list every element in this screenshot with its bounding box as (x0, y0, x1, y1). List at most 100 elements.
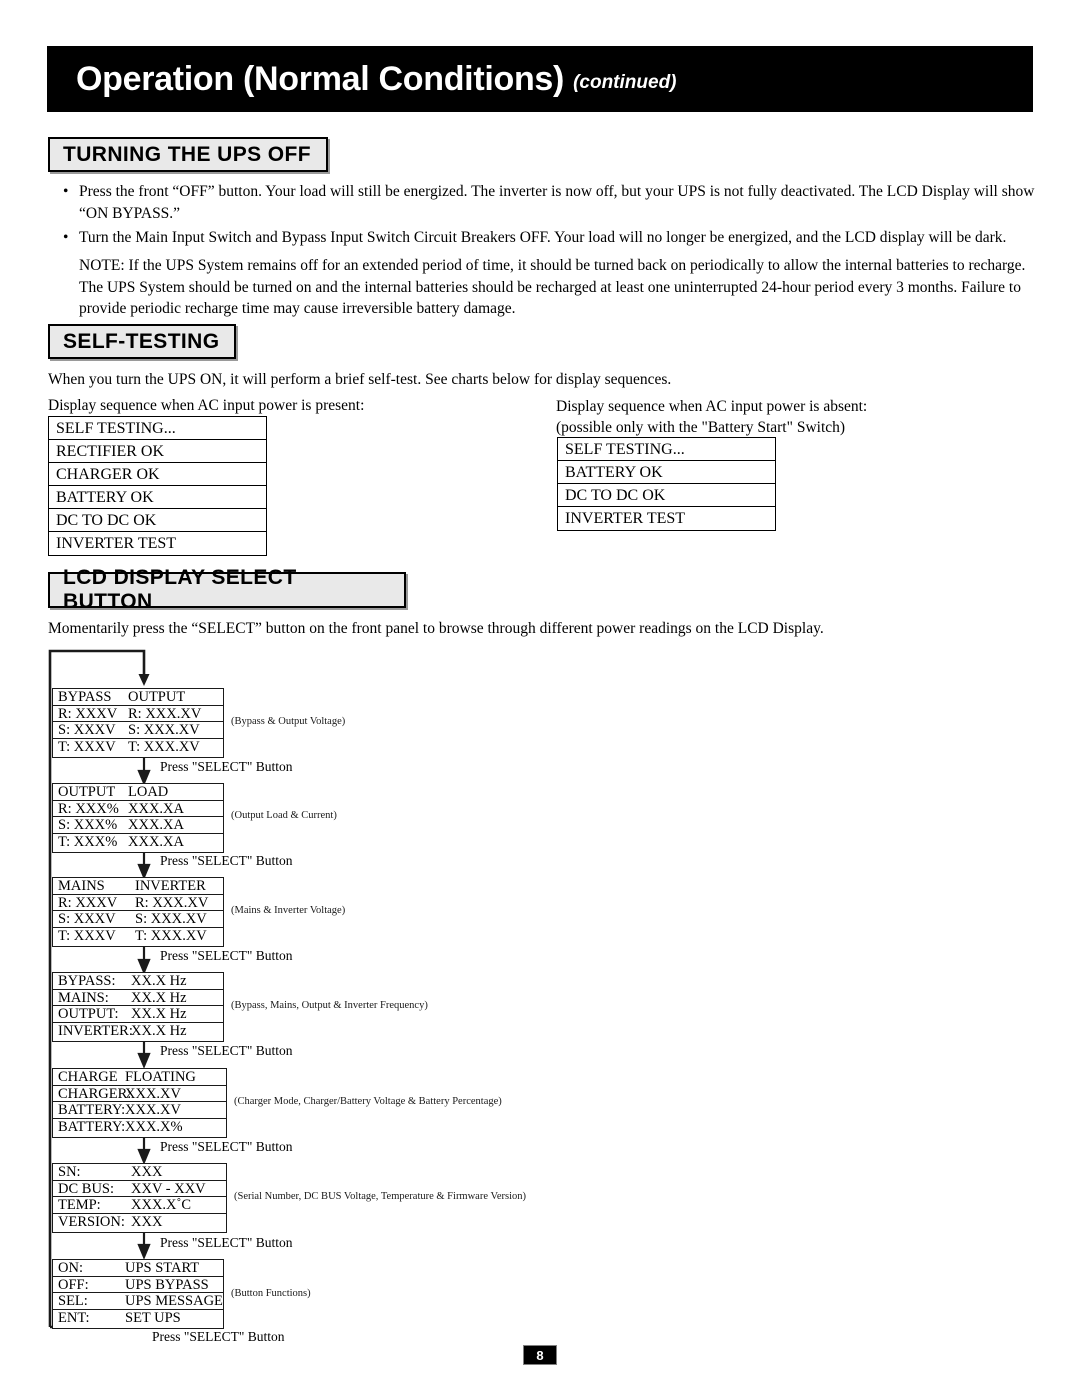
press-select-label: Press "SELECT" Button (160, 759, 293, 774)
lcd-row: T: XXX% XXX.XA (53, 834, 223, 851)
lcd-cell: DC BUS: (58, 1180, 115, 1197)
lcd-row: S: XXXV S: XXX.XV (53, 911, 223, 928)
press-select-label: Press "SELECT" Button (152, 1329, 285, 1344)
lcd-row: SN: XXX (53, 1164, 226, 1181)
lcd-cell: R: XXXV (58, 705, 118, 722)
lcd-screen-annotation: (Bypass & Output Voltage) (231, 716, 346, 727)
lcd-row: R: XXXV R: XXX.XV (53, 705, 223, 722)
press-select-label: Press "SELECT" Button (160, 853, 293, 868)
lcd-row: OFF: UPS BYPASS (53, 1276, 223, 1293)
lcd-cell: XX.X Hz (131, 1006, 187, 1022)
lcd-cell: S: XXX% (58, 817, 118, 833)
lcd-cell: INVERTER (135, 878, 206, 894)
lcd-screen-serial-dcbus: SN: XXX DC BUS: XXV - XXV TEMP: XXX.X˚C … (52, 1163, 227, 1233)
lcd-screen-annotation: (Output Load & Current) (231, 810, 337, 821)
lcd-row: OUTPUT: XX.X Hz (53, 1006, 223, 1023)
lcd-cell: SET UPS (125, 1309, 181, 1326)
lcd-cell: ON: (58, 1260, 83, 1276)
lcd-cell: SN: (58, 1164, 81, 1180)
lcd-cell: UPS MESSAGE (125, 1293, 223, 1309)
lcd-cell: XX.X Hz (131, 973, 187, 989)
lcd-cell: XXX.XV (125, 1085, 181, 1102)
lcd-row: T: XXXV T: XXX.XV (53, 739, 223, 756)
lcd-cell: XX.X Hz (131, 1022, 187, 1039)
lcd-cell: UPS START (125, 1260, 200, 1276)
lcd-screen-annotation: (Serial Number, DC BUS Voltage, Temperat… (234, 1191, 527, 1202)
lcd-row: BYPASS: XX.X Hz (53, 973, 223, 990)
lcd-cell: T: XXX.XV (135, 927, 207, 944)
lcd-cell: XXX.XA (128, 800, 184, 817)
lcd-screen-annotation: (Bypass, Mains, Output & Inverter Freque… (231, 1000, 428, 1011)
lcd-cell: VERSION: (58, 1213, 125, 1230)
lcd-cell: FLOATING (125, 1069, 196, 1085)
lcd-screen-button-functions: ON: UPS START OFF: UPS BYPASS SEL: UPS M… (52, 1259, 224, 1329)
lcd-cell: R: XXX.XV (135, 894, 209, 911)
lcd-screen-annotation: (Button Functions) (231, 1288, 311, 1299)
lcd-row: BYPASS OUTPUT (53, 689, 223, 706)
lcd-row: ON: UPS START (53, 1260, 223, 1277)
lcd-row: TEMP: XXX.X˚C (53, 1197, 226, 1214)
lcd-cell: T: XXXV (58, 927, 116, 944)
lcd-row: S: XXXV S: XXX.XV (53, 722, 223, 739)
press-select-label: Press "SELECT" Button (160, 948, 293, 963)
lcd-cell: S: XXX.XV (128, 722, 200, 738)
lcd-cell: S: XXX.XV (135, 911, 207, 927)
lcd-screen-annotation: (Mains & Inverter Voltage) (231, 905, 346, 916)
lcd-cell: XXX.X˚C (131, 1197, 192, 1213)
lcd-cell: S: XXXV (58, 722, 116, 738)
lcd-cell: R: XXXV (58, 894, 118, 911)
press-select-label: Press "SELECT" Button (160, 1235, 293, 1250)
lcd-cell: BATTERY: (58, 1118, 126, 1135)
lcd-cell: R: XXX.XV (128, 705, 202, 722)
lcd-row: VERSION: XXX (53, 1214, 226, 1231)
lcd-row: CHARGER: XXX.XV (53, 1085, 226, 1102)
lcd-cell: OUTPUT (58, 784, 116, 800)
lcd-screen-charger-battery: CHARGE FLOATING CHARGER: XXX.XV BATTERY:… (52, 1068, 227, 1138)
lcd-screen-bypass-output: BYPASS OUTPUT R: XXXV R: XXX.XV S: XXXV … (52, 688, 224, 758)
lcd-cell: XXX.XV (125, 1102, 181, 1118)
lcd-cell: TEMP: (58, 1197, 101, 1213)
lcd-row: OUTPUT LOAD (53, 784, 223, 801)
lcd-cell: OUTPUT: (58, 1006, 119, 1022)
lcd-cell: XX.X Hz (131, 989, 187, 1006)
lcd-row: MAINS: XX.X Hz (53, 989, 223, 1006)
lcd-cell: INVERTER: (58, 1022, 133, 1039)
lcd-cell: S: XXXV (58, 911, 116, 927)
lcd-cell: T: XXX% (58, 833, 118, 850)
lcd-screen-output-load: OUTPUT LOAD R: XXX% XXX.XA S: XXX% XXX.X… (52, 783, 224, 853)
lcd-cell: T: XXX.XV (128, 738, 200, 755)
lcd-row: S: XXX% XXX.XA (53, 817, 223, 834)
lcd-screen-mains-inverter: MAINS INVERTER R: XXXV R: XXX.XV S: XXXV… (52, 877, 224, 947)
lcd-cell: XXX.XA (128, 833, 184, 850)
lcd-cell: MAINS: (58, 989, 109, 1006)
lcd-screen-frequency: BYPASS: XX.X Hz MAINS: XX.X Hz OUTPUT: X… (52, 972, 224, 1042)
press-select-label: Press "SELECT" Button (160, 1043, 293, 1058)
lcd-row: INVERTER: XX.X Hz (53, 1023, 223, 1040)
lcd-row: R: XXX% XXX.XA (53, 800, 223, 817)
lcd-cell: UPS BYPASS (125, 1276, 209, 1293)
lcd-cell: BYPASS (58, 689, 112, 705)
lcd-row: DC BUS: XXV - XXV (53, 1180, 226, 1197)
lcd-cell: CHARGER: (58, 1085, 132, 1102)
lcd-cell: ENT: (58, 1309, 90, 1326)
lcd-screen-annotation: (Charger Mode, Charger/Battery Voltage &… (234, 1096, 502, 1107)
lcd-cell: XXX.X% (125, 1118, 183, 1135)
lcd-cell: SEL: (58, 1293, 88, 1309)
lcd-row: R: XXXV R: XXX.XV (53, 894, 223, 911)
lcd-cell: XXV - XXV (131, 1180, 206, 1197)
lcd-cell: XXX (131, 1164, 163, 1180)
lcd-cell: T: XXXV (58, 738, 116, 755)
lcd-cell: CHARGE (58, 1069, 118, 1085)
lcd-row: SEL: UPS MESSAGE (53, 1293, 223, 1310)
lcd-row: ENT: SET UPS (53, 1310, 223, 1327)
lcd-cell: OFF: (58, 1276, 89, 1293)
lcd-row: CHARGE FLOATING (53, 1069, 226, 1086)
lcd-cell: R: XXX% (58, 800, 119, 817)
lcd-cell: OUTPUT (128, 689, 186, 705)
lcd-row: BATTERY: XXX.X% (53, 1119, 226, 1136)
page-number-badge: 8 (523, 1345, 557, 1365)
press-select-label: Press "SELECT" Button (160, 1139, 293, 1154)
lcd-cell: MAINS (58, 878, 105, 894)
lcd-cell: BATTERY: (58, 1102, 126, 1118)
lcd-cell: LOAD (128, 784, 169, 800)
